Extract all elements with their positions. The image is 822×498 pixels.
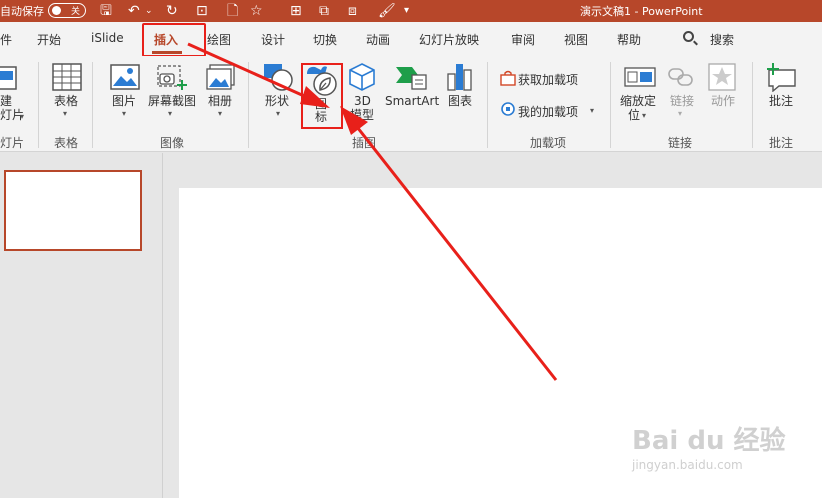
group-separator (248, 62, 249, 148)
screenshot-icon[interactable] (156, 64, 188, 92)
redo-icon[interactable]: ↻ (166, 2, 178, 20)
new-slide-label-1[interactable]: 建 (0, 94, 12, 108)
align-icon[interactable]: ⊞ (290, 2, 302, 20)
save-icon[interactable]: 🖫 (100, 2, 112, 20)
chart-icon[interactable] (446, 62, 474, 92)
tab-home[interactable]: 开始 (37, 31, 61, 48)
document-title: 演示文稿1 - PowerPoint (580, 5, 703, 18)
undo-icon[interactable]: ↶ (128, 2, 140, 20)
table-icon[interactable] (52, 63, 82, 91)
album-label[interactable]: 相册 (208, 94, 232, 108)
zoom-label-1[interactable]: 缩放定 (620, 94, 656, 108)
zoom-label-2[interactable]: 位 (628, 108, 640, 122)
group-comments-label: 批注 (769, 136, 794, 150)
screenshot-label[interactable]: 屏幕截图 (148, 94, 196, 108)
tab-slideshow[interactable]: 幻灯片放映 (419, 31, 479, 48)
group-icon[interactable]: ⧉ (319, 2, 329, 20)
chart-label[interactable]: 图表 (448, 94, 472, 108)
get-addins-button[interactable]: 获取加载项 (518, 71, 578, 88)
table-label[interactable]: 表格 (54, 94, 78, 108)
new-slide-dropdown-icon[interactable]: ▾ (20, 112, 24, 121)
tab-animations[interactable]: 动画 (366, 31, 390, 48)
group-separator (610, 62, 611, 148)
brush-icon[interactable]: 🖌 (378, 2, 396, 20)
tab-draw[interactable]: 绘图 (207, 31, 231, 48)
tab-view[interactable]: 视图 (564, 31, 588, 48)
autosave-label: 自动保存 (0, 5, 44, 18)
shapes-label[interactable]: 形状 (265, 94, 289, 108)
3d-model-icon[interactable] (348, 62, 376, 92)
zoom-icon[interactable] (624, 64, 656, 90)
group-tables-label: 表格 (54, 136, 79, 150)
autosave-toggle[interactable]: 关 (48, 3, 86, 18)
customize-qat-icon[interactable]: ▾ (404, 2, 409, 20)
undo-dropdown-icon[interactable]: ⌄ (145, 2, 153, 20)
3d-model-label-2[interactable]: 模型 (350, 108, 374, 122)
shapes-dropdown-icon[interactable]: ▾ (276, 109, 280, 118)
start-slideshow-icon[interactable]: ⊡ (196, 2, 208, 20)
comment-icon[interactable] (765, 62, 797, 92)
my-addins-icon[interactable] (500, 101, 516, 117)
group-images-label: 图像 (160, 136, 185, 150)
panel-separator[interactable] (162, 153, 163, 498)
tab-review[interactable]: 审阅 (511, 31, 535, 48)
icons-button-highlight-box (301, 63, 343, 129)
search-icon[interactable] (683, 31, 694, 42)
album-dropdown-icon[interactable]: ▾ (218, 109, 222, 118)
smartart-icon[interactable] (394, 63, 428, 91)
group-separator (92, 62, 93, 148)
album-icon[interactable] (206, 64, 236, 90)
screenshot-dropdown-icon[interactable]: ▾ (168, 109, 172, 118)
slide-thumbnail[interactable] (4, 170, 142, 251)
picture-dropdown-icon[interactable]: ▾ (122, 109, 126, 118)
my-addins-button[interactable]: 我的加载项 (518, 103, 578, 120)
star-icon[interactable]: ☆ (250, 2, 263, 20)
tab-help[interactable]: 帮助 (617, 31, 641, 48)
link-dropdown-icon: ▾ (678, 109, 683, 118)
zoom-dropdown-icon[interactable]: ▾ (642, 111, 646, 120)
table-dropdown-icon[interactable]: ▾ (63, 109, 67, 118)
picture-label[interactable]: 图片 (112, 94, 136, 108)
link-icon (668, 68, 693, 86)
group-separator (752, 62, 753, 148)
action-label: 动作 (711, 94, 736, 108)
toggle-state: 关 (70, 7, 80, 17)
tab-transitions[interactable]: 切换 (313, 31, 337, 48)
comment-label[interactable]: 批注 (769, 94, 793, 108)
insert-tab-highlight-box (142, 23, 206, 57)
group-links-label: 链接 (668, 136, 693, 150)
watermark-logo: Bai du 经验 (632, 426, 786, 456)
picture-icon[interactable] (110, 64, 140, 90)
new-file-icon[interactable]: 🗋 (227, 2, 238, 20)
3d-model-label-1[interactable]: 3D (354, 94, 371, 108)
watermark-url: jingyan.baidu.com (632, 458, 743, 472)
shapes-icon[interactable] (262, 62, 294, 92)
group-separator (38, 62, 39, 148)
action-icon (708, 63, 736, 91)
group-addins-label: 加载项 (530, 136, 567, 150)
arrange-icon[interactable]: ⧈ (348, 2, 357, 20)
new-slide-icon[interactable] (0, 63, 18, 91)
my-addins-dropdown-icon[interactable]: ▾ (590, 106, 594, 115)
link-label: 链接 (670, 94, 695, 108)
store-icon[interactable] (500, 70, 516, 86)
tab-islide[interactable]: iSlide (91, 31, 124, 45)
tab-search[interactable]: 搜索 (710, 31, 734, 48)
toggle-knob (52, 6, 61, 15)
tab-file[interactable]: 件 (0, 31, 12, 48)
tab-design[interactable]: 设计 (261, 31, 285, 48)
group-illustrations-label: 插图 (352, 136, 377, 150)
group-separator (487, 62, 488, 148)
group-slides-label: 灯片 (0, 136, 25, 150)
smartart-label[interactable]: SmartArt (385, 94, 439, 108)
ribbon-tabs: 件 开始 iSlide 插入 绘图 设计 切换 动画 幻灯片放映 审阅 视图 帮… (0, 22, 822, 56)
title-bar: 自动保存 关 🖫 ↶ ⌄ ↻ ⊡ 🗋 ☆ ⊞ ⧉ ⧈ 🖌 ▾ 演示文稿1 - P… (0, 0, 822, 22)
